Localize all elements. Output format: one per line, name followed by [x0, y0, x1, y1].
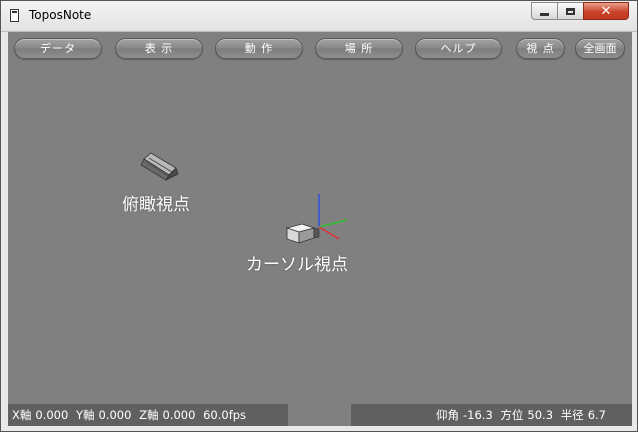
overhead-camera-icon[interactable]	[140, 152, 179, 181]
viewpoint-button[interactable]: 視 点	[516, 38, 565, 59]
z-axis-label: Z軸	[139, 408, 159, 422]
elevation-label: 仰角	[436, 408, 459, 422]
close-button[interactable]: ✕	[583, 2, 629, 20]
axis-gizmo	[318, 194, 348, 240]
minimize-button[interactable]	[531, 2, 558, 20]
fps-readout: 60.0fps	[203, 408, 247, 422]
title-bar[interactable]: ToposNote ✕	[1, 1, 637, 32]
radius-label: 半径	[560, 408, 584, 422]
x-axis-label: X軸	[12, 408, 32, 422]
action-menu-button[interactable]: 動 作	[215, 38, 303, 59]
overhead-view-label[interactable]: 俯瞰視点	[122, 190, 190, 215]
y-axis-value: 0.000	[98, 408, 132, 422]
fullscreen-button[interactable]: 全画面	[575, 38, 625, 59]
coordinate-status: X軸 0.000 Y軸 0.000 Z軸 0.000 60.0fps	[8, 404, 288, 426]
camera-status: 仰角 -16.3 方位 50.3 半径 6.7	[351, 404, 632, 426]
elevation-value: -16.3	[463, 408, 493, 422]
cursor-camera-icon[interactable]	[285, 223, 320, 244]
azimuth-value: 50.3	[527, 408, 554, 422]
view-menu-button[interactable]: 表 示	[115, 38, 203, 59]
z-axis-value: 0.000	[162, 408, 196, 422]
help-menu-button[interactable]: ヘルプ	[415, 38, 502, 59]
radius-value: 6.7	[587, 408, 606, 422]
x-axis-line	[318, 226, 340, 240]
scene-canvas	[140, 152, 348, 244]
y-axis-line	[318, 219, 348, 228]
maximize-icon	[566, 7, 575, 15]
y-axis-label: Y軸	[75, 408, 95, 422]
cursor-view-label[interactable]: カーソル視点	[246, 250, 348, 275]
maximize-button[interactable]	[557, 2, 584, 20]
window-title: ToposNote	[29, 8, 92, 22]
azimuth-label: 方位	[500, 408, 524, 422]
data-menu-button[interactable]: データ	[14, 38, 102, 59]
app-icon	[10, 9, 19, 22]
place-menu-button[interactable]: 場 所	[315, 38, 403, 59]
minimize-icon	[540, 12, 549, 16]
close-icon: ✕	[600, 3, 612, 19]
x-axis-value: 0.000	[35, 408, 69, 422]
app-window: ToposNote ✕ データ 表 示 動 作 場 所 ヘルプ 視 点 全画面 …	[0, 0, 638, 432]
3d-viewport[interactable]: データ 表 示 動 作 場 所 ヘルプ 視 点 全画面 俯瞰視点 カーソル視点 …	[8, 32, 632, 426]
